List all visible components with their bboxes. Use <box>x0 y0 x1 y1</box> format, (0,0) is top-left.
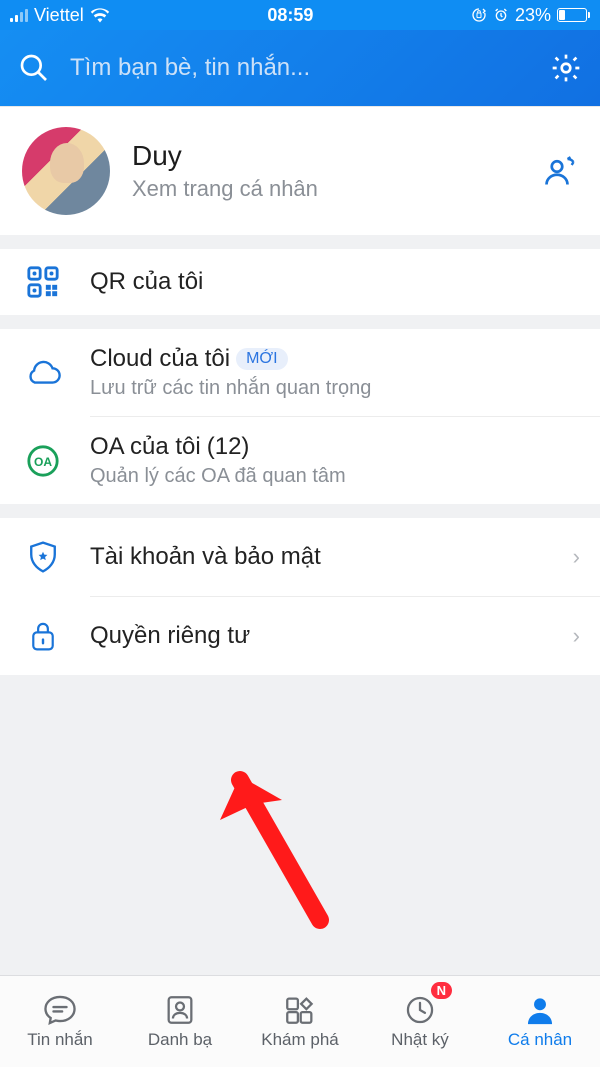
switch-account-icon[interactable] <box>542 153 578 189</box>
tab-label: Nhật ký <box>391 1030 449 1050</box>
app-header: Tìm bạn bè, tin nhắn... <box>0 30 600 106</box>
battery-pct: 23% <box>515 5 551 26</box>
oa-title: OA của tôi <box>90 433 201 461</box>
privacy-row[interactable]: Quyền riêng tư › <box>0 597 600 675</box>
tab-label: Tin nhắn <box>27 1030 93 1050</box>
security-title: Tài khoản và bảo mật <box>90 543 549 571</box>
profile-section: Duy Xem trang cá nhân <box>0 106 600 235</box>
qr-title: QR của tôi <box>90 268 580 296</box>
account-security-row[interactable]: Tài khoản và bảo mật › <box>0 518 600 596</box>
chevron-right-icon: › <box>573 623 580 649</box>
tab-label: Danh bạ <box>148 1030 212 1050</box>
tab-contacts[interactable]: Danh bạ <box>120 976 240 1067</box>
svg-text:OA: OA <box>34 454 52 468</box>
tab-label: Cá nhân <box>508 1030 572 1050</box>
signal-icon <box>10 8 28 22</box>
oa-count: (12) <box>207 433 250 461</box>
clock-label: 08:59 <box>267 5 313 26</box>
cloud-subtitle: Lưu trữ các tin nhắn quan trọng <box>90 377 580 400</box>
my-qr-row[interactable]: QR của tôi <box>0 249 600 315</box>
profile-subtitle: Xem trang cá nhân <box>132 176 520 202</box>
profile-row[interactable]: Duy Xem trang cá nhân <box>0 107 600 235</box>
cloud-icon <box>24 359 62 387</box>
tab-me[interactable]: Cá nhân <box>480 976 600 1067</box>
cloud-title: Cloud của tôi <box>90 345 230 373</box>
privacy-title: Quyền riêng tư <box>90 622 549 650</box>
my-oa-row[interactable]: OA OA của tôi (12) Quản lý các OA đã qua… <box>0 417 600 504</box>
oa-icon: OA <box>26 444 60 478</box>
avatar <box>22 127 110 215</box>
oa-subtitle: Quản lý các OA đã quan tâm <box>90 465 580 488</box>
tab-timeline[interactable]: N Nhật ký <box>360 976 480 1067</box>
tab-discover[interactable]: Khám phá <box>240 976 360 1067</box>
notification-badge: N <box>431 982 452 999</box>
settings-icon[interactable] <box>550 52 582 84</box>
annotation-arrow <box>210 770 350 950</box>
tab-label: Khám phá <box>261 1030 339 1050</box>
shield-icon <box>27 540 59 574</box>
search-input[interactable]: Tìm bạn bè, tin nhắn... <box>70 54 530 82</box>
alarm-icon <box>493 7 509 23</box>
new-badge: MỚI <box>236 348 288 370</box>
search-icon[interactable] <box>18 52 50 84</box>
lock-icon <box>28 619 58 653</box>
wifi-icon <box>90 7 110 23</box>
my-cloud-row[interactable]: Cloud của tôi MỚI Lưu trữ các tin nhắn q… <box>0 329 600 416</box>
carrier-label: Viettel <box>34 5 84 26</box>
qr-section: QR của tôi <box>0 249 600 315</box>
cloud-oa-section: Cloud của tôi MỚI Lưu trữ các tin nhắn q… <box>0 329 600 504</box>
profile-name: Duy <box>132 140 520 172</box>
rotation-lock-icon <box>471 7 487 23</box>
security-section: Tài khoản và bảo mật › Quyền riêng tư › <box>0 518 600 675</box>
qr-icon <box>26 265 60 299</box>
status-bar: Viettel 08:59 23% <box>0 0 600 30</box>
tab-bar: Tin nhắn Danh bạ Khám phá N Nhật ký Cá n… <box>0 975 600 1067</box>
battery-icon <box>557 8 590 22</box>
tab-messages[interactable]: Tin nhắn <box>0 976 120 1067</box>
chevron-right-icon: › <box>573 544 580 570</box>
